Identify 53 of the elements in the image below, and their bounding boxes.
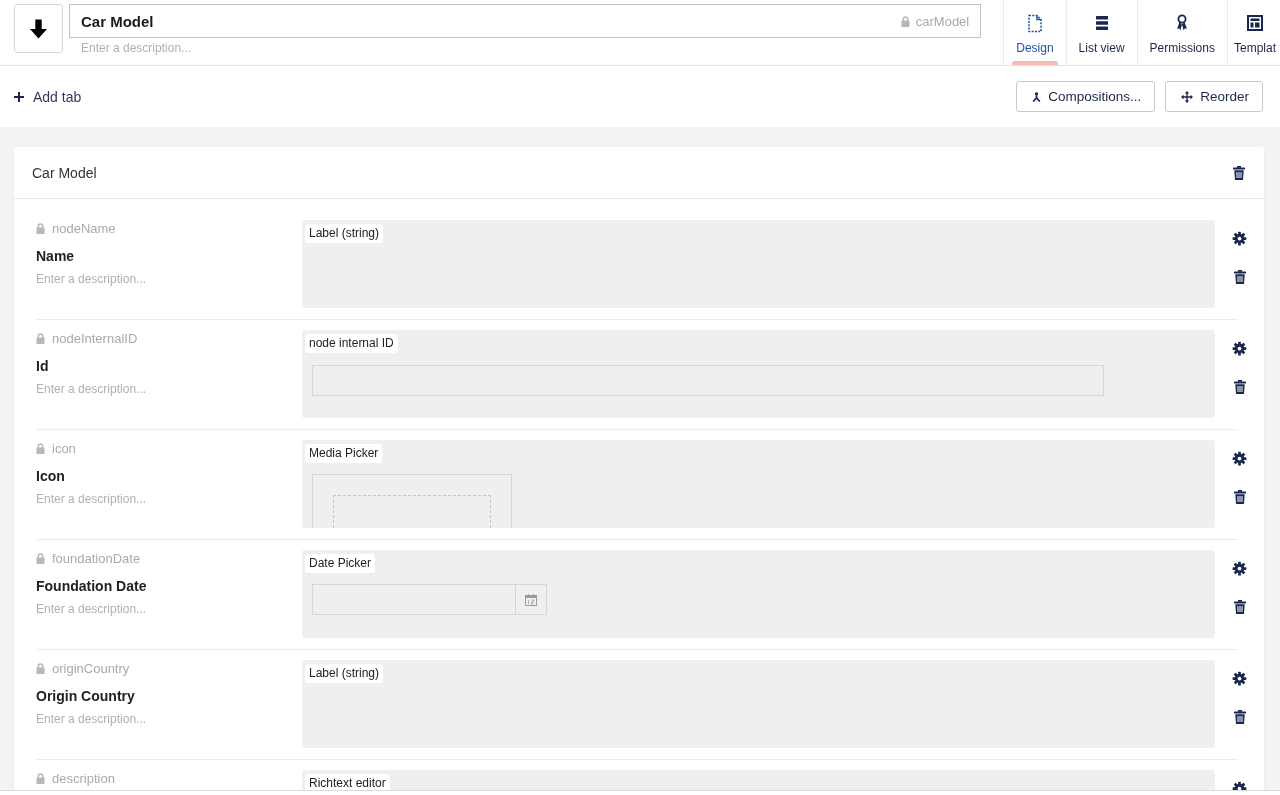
description-field[interactable]: Enter a description... xyxy=(36,491,236,507)
list-icon xyxy=(1095,16,1108,30)
plus-icon xyxy=(14,91,24,102)
settings-icon[interactable] xyxy=(1232,231,1247,246)
property-name: Icon xyxy=(36,467,65,485)
document-icon-button[interactable] xyxy=(14,4,63,53)
move-arrows-icon xyxy=(1181,90,1194,103)
property-name: Id xyxy=(36,357,49,375)
add-tab-button[interactable]: Add tab xyxy=(14,88,82,105)
toolbar-button[interactable]: Compositions... xyxy=(1016,81,1156,112)
description-field[interactable]: Enter a description... xyxy=(69,38,293,58)
editor-type-label: Media Picker xyxy=(305,444,383,463)
property-alias: description xyxy=(52,770,115,786)
trash-icon[interactable] xyxy=(1233,165,1245,180)
date-input-field[interactable] xyxy=(312,584,516,615)
description-field[interactable]: Enter a description... xyxy=(36,381,236,397)
trash-icon[interactable] xyxy=(1233,490,1246,504)
editor-type-label: Label (string) xyxy=(305,224,384,243)
trash-icon[interactable] xyxy=(1233,600,1246,614)
property-name: Name xyxy=(36,247,75,265)
description-field[interactable]: Enter a description... xyxy=(36,601,236,617)
award-ribbon-icon xyxy=(1175,14,1190,32)
dashed-document-icon xyxy=(1027,13,1042,33)
selected-tab-underline xyxy=(1012,61,1058,65)
property-alias: foundationDate xyxy=(52,550,141,566)
settings-icon[interactable] xyxy=(1232,561,1247,576)
description-field[interactable]: Enter a description... xyxy=(36,711,236,727)
media-picker-field[interactable] xyxy=(312,474,512,528)
settings-icon[interactable] xyxy=(1232,451,1247,466)
property-alias: nodeName xyxy=(52,220,116,236)
merge-figure-icon xyxy=(1032,91,1042,102)
text-input-field[interactable] xyxy=(312,365,1104,396)
settings-icon[interactable] xyxy=(1232,341,1247,356)
editor-type-label: Richtext editor xyxy=(305,774,390,790)
group-title: Car Model xyxy=(32,164,98,181)
toolbar-button[interactable]: Reorder xyxy=(1165,81,1263,112)
property-name: Origin Country xyxy=(36,687,135,705)
trash-icon[interactable] xyxy=(1233,380,1246,394)
settings-icon[interactable] xyxy=(1232,671,1247,686)
editor-type-label: node internal ID xyxy=(305,334,398,353)
editor-type-label: Date Picker xyxy=(305,554,376,573)
property-name: Foundation Date xyxy=(36,577,147,595)
trash-icon[interactable] xyxy=(1233,270,1246,284)
property-alias: nodeInternalID xyxy=(52,330,138,346)
arrow-down-icon xyxy=(30,18,47,39)
property-alias: icon xyxy=(52,440,76,456)
property-alias: originCountry xyxy=(52,660,130,676)
trash-icon[interactable] xyxy=(1233,710,1246,724)
calendar-icon xyxy=(525,593,537,606)
alias-text: carModel xyxy=(915,13,970,29)
editor-type-label: Label (string) xyxy=(305,664,384,683)
layout-template-icon xyxy=(1247,15,1263,31)
description-field[interactable]: Enter a description... xyxy=(36,271,236,287)
